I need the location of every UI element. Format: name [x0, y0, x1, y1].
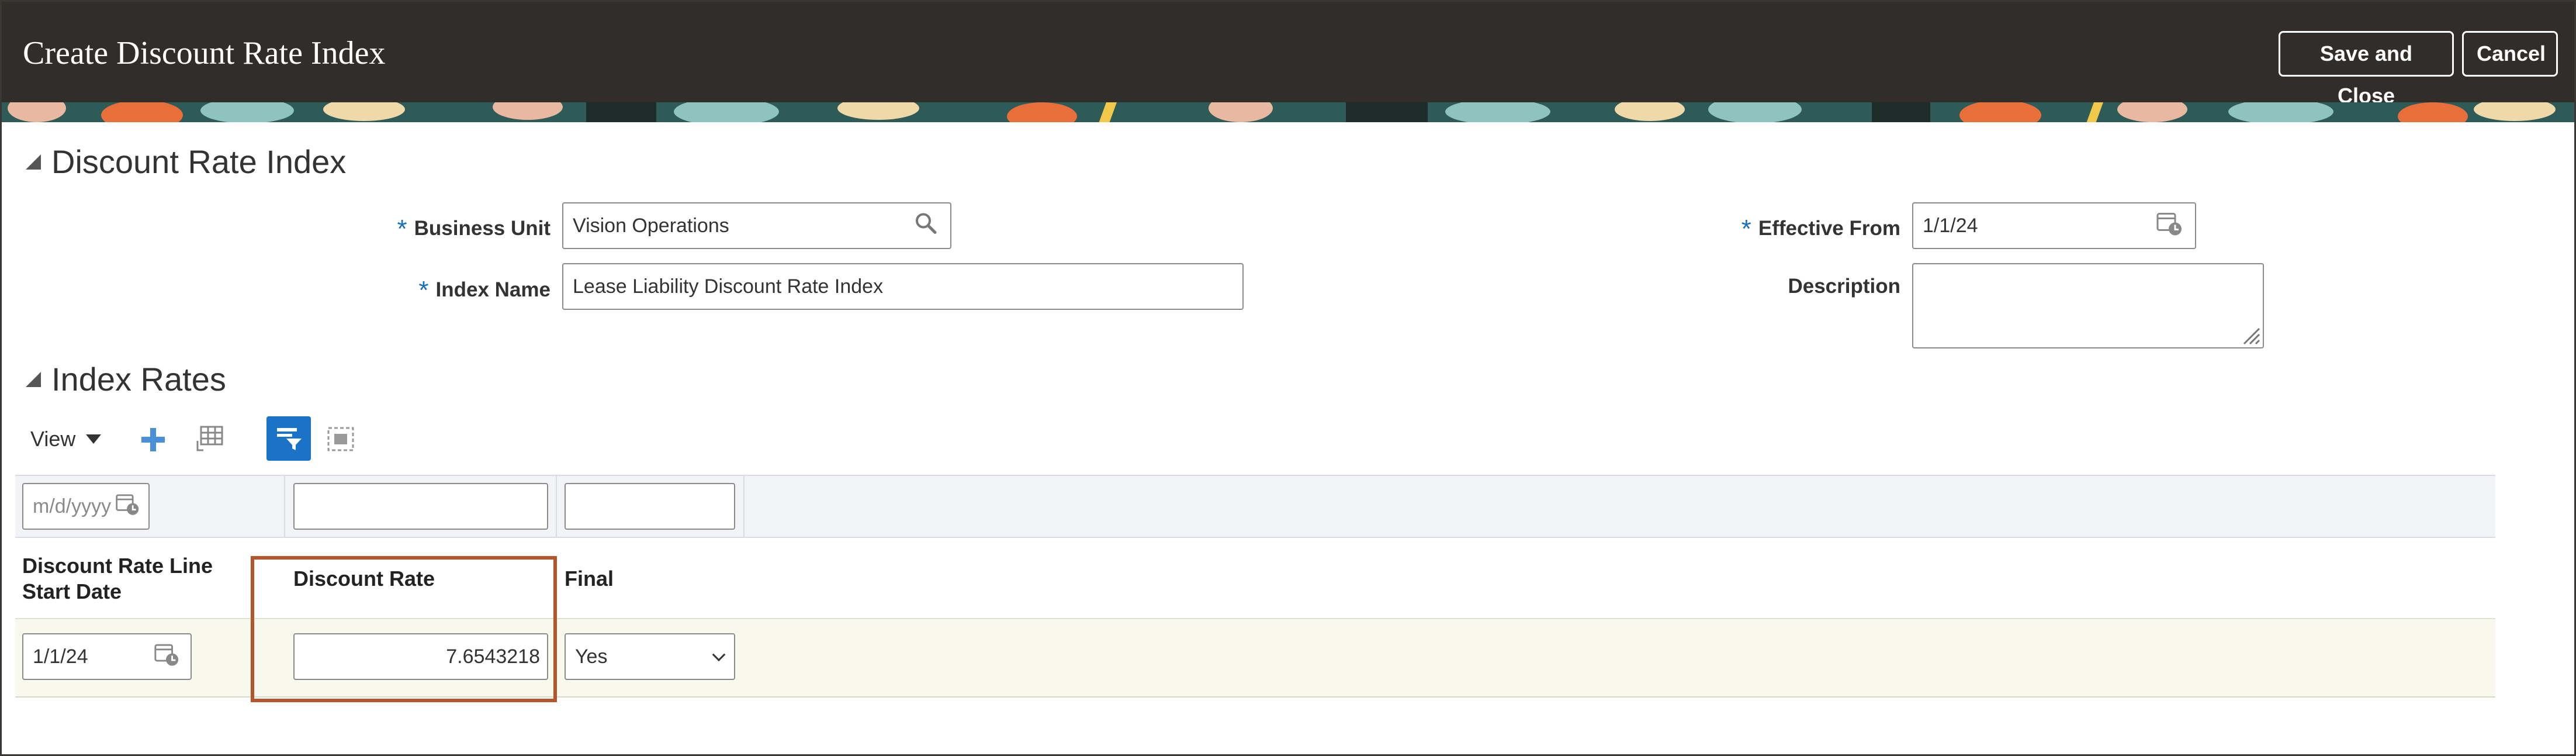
column-header-final[interactable]: Final	[565, 566, 614, 592]
cancel-button[interactable]: Cancel	[2462, 31, 2558, 77]
start-date-cell-input[interactable]: 1/1/24	[22, 633, 192, 680]
index-rates-section-header[interactable]: Index Rates	[26, 360, 226, 398]
column-header-start-date[interactable]: Discount Rate Line Start Date	[22, 553, 213, 605]
column-divider	[743, 475, 745, 538]
start-date-filter-placeholder: m/d/yyyy	[33, 495, 112, 517]
banner-pattern	[2, 102, 2574, 122]
calendar-icon[interactable]	[2155, 209, 2183, 243]
cancel-label: Cancel	[2477, 42, 2546, 65]
description-textarea[interactable]	[1912, 263, 2264, 348]
column-header-start-date-line2: Start Date	[22, 579, 122, 603]
discount-rate-filter-input[interactable]	[293, 483, 548, 530]
business-unit-value: Vision Operations	[573, 214, 729, 237]
query-by-example-button[interactable]	[266, 416, 311, 461]
index-name-label-text: Index Name	[435, 278, 550, 301]
final-select-value: Yes	[575, 645, 608, 668]
effective-from-label: * Effective From	[1718, 212, 1900, 243]
business-unit-label-text: Business Unit	[414, 217, 550, 240]
discount-rate-index-section-header[interactable]: Discount Rate Index	[26, 143, 346, 181]
detach-icon[interactable]	[326, 424, 355, 457]
view-menu-label: View	[30, 427, 76, 451]
business-unit-input[interactable]: Vision Operations	[562, 202, 951, 249]
page-header: Create Discount Rate Index Save and Clos…	[2, 2, 2574, 108]
column-divider	[284, 475, 285, 538]
required-indicator: *	[397, 215, 407, 243]
collapse-triangle-icon	[26, 154, 41, 170]
business-unit-label: * Business Unit	[392, 212, 550, 243]
column-header-start-date-line1: Discount Rate Line	[22, 554, 213, 578]
description-label: Description	[1718, 275, 1900, 298]
page-title: Create Discount Rate Index	[23, 35, 386, 71]
save-and-close-button[interactable]: Save and Close	[2279, 31, 2454, 108]
calendar-icon[interactable]	[153, 641, 180, 673]
start-date-filter-input[interactable]: m/d/yyyy	[22, 483, 150, 530]
discount-rate-highlight-box	[251, 556, 557, 702]
final-filter-input[interactable]	[565, 483, 735, 530]
effective-from-value: 1/1/24	[1923, 214, 1978, 237]
chevron-down-icon	[86, 434, 102, 444]
required-indicator: *	[1741, 215, 1751, 243]
discount-rate-index-section-title: Discount Rate Index	[51, 143, 347, 180]
description-label-text: Description	[1788, 275, 1900, 298]
resize-handle-icon[interactable]	[2241, 325, 2260, 345]
index-rates-section-title: Index Rates	[51, 361, 226, 398]
collapse-triangle-icon	[26, 371, 41, 387]
required-indicator: *	[418, 276, 429, 305]
effective-from-label-text: Effective From	[1758, 217, 1900, 240]
view-menu[interactable]: View	[30, 427, 102, 451]
index-name-input[interactable]: Lease Liability Discount Rate Index	[562, 263, 1244, 310]
index-name-label: * Index Name	[392, 274, 550, 305]
plus-icon[interactable]	[140, 427, 166, 455]
column-divider	[556, 475, 557, 538]
calendar-icon[interactable]	[115, 491, 140, 522]
search-icon[interactable]	[913, 210, 939, 241]
filter-icon	[277, 428, 302, 450]
decorative-banner	[2, 102, 2574, 122]
index-name-value: Lease Liability Discount Rate Index	[573, 275, 884, 298]
final-select[interactable]: Yes	[565, 633, 735, 680]
effective-from-input[interactable]: 1/1/24	[1912, 202, 2196, 249]
save-and-close-label: Save and Close	[2319, 42, 2413, 108]
freeze-columns-icon[interactable]	[195, 424, 224, 457]
